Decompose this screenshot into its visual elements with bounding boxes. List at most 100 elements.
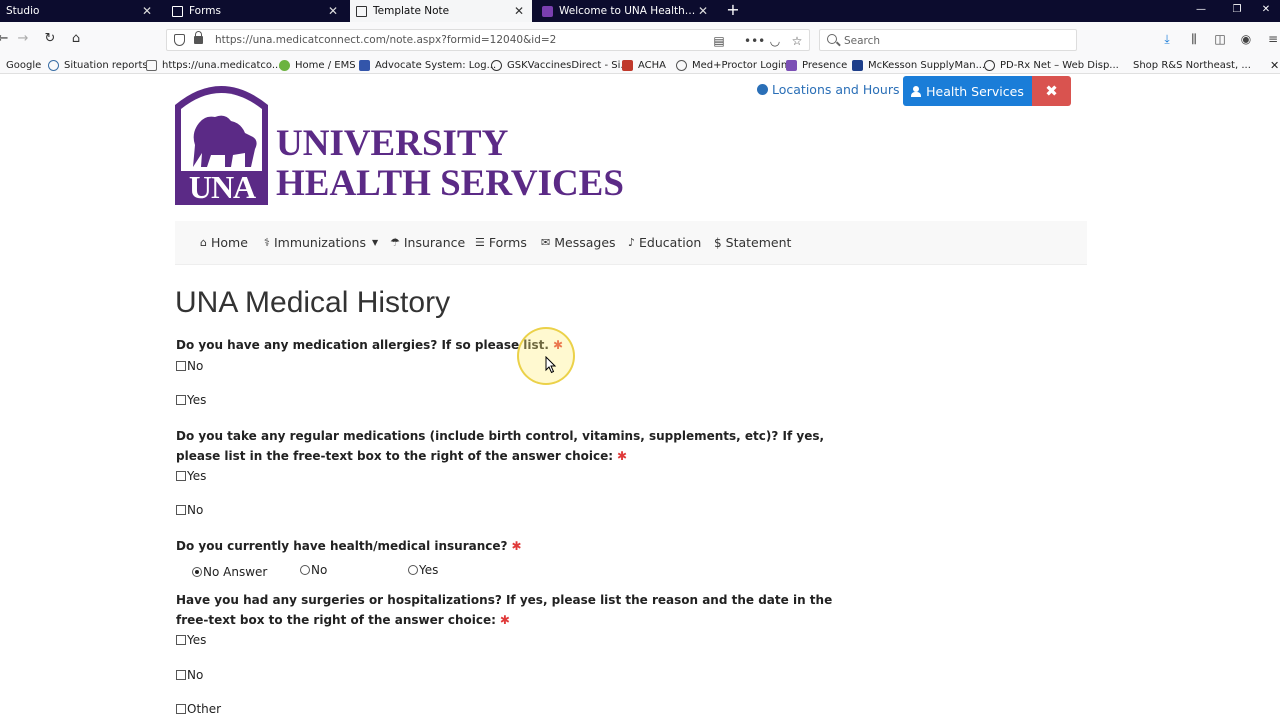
nav-label: Statement	[725, 235, 792, 250]
radio-button[interactable]	[408, 565, 418, 575]
caret-down-icon: ▼	[372, 238, 379, 247]
bookmark-shop-rs[interactable]: Shop R&S Northeast, ...	[1133, 58, 1251, 72]
close-icon[interactable]: ✕	[326, 4, 340, 18]
checkbox[interactable]	[176, 704, 186, 714]
health-services-label: Health Services	[926, 83, 1024, 99]
logo-mark-text: UNA	[188, 169, 256, 205]
nav-forms[interactable]: ☰ Forms	[475, 235, 527, 250]
bookmark-home-ems[interactable]: Home / EMS	[279, 58, 356, 72]
back-button[interactable]: ←	[0, 30, 12, 48]
mouse-pointer-icon	[545, 356, 557, 374]
globe-icon	[48, 59, 59, 71]
close-window-button[interactable]: ✕	[1252, 0, 1280, 22]
search-bar[interactable]	[819, 29, 1077, 51]
library-icon[interactable]: ⫼	[1185, 30, 1203, 48]
home-button[interactable]: ⌂	[67, 30, 85, 48]
close-icon[interactable]: ✕	[140, 4, 154, 18]
bookmark-acha[interactable]: ACHA	[622, 58, 666, 72]
tab-forms[interactable]: Forms ✕	[166, 0, 346, 22]
radio-button[interactable]	[192, 567, 202, 577]
restore-button[interactable]: ❐	[1220, 0, 1254, 22]
question-health-insurance: Do you currently have health/medical ins…	[176, 536, 866, 556]
nav-label: Forms	[488, 235, 527, 250]
close-icon[interactable]: ✕	[512, 4, 526, 18]
radio-button[interactable]	[300, 565, 310, 575]
nav-education[interactable]: ♪ Education	[628, 235, 701, 250]
main-navigation: ⌂ Home ⚕ Immunizations ▼ ☂ Insurance ☰ Forms …	[175, 221, 1087, 265]
option-insurance-yes[interactable]: Yes	[408, 563, 438, 577]
option-label: Yes	[419, 563, 439, 577]
option-allergies-yes[interactable]: Yes	[176, 393, 206, 407]
bookmark-star-icon[interactable]: ☆	[789, 33, 805, 49]
checkbox[interactable]	[176, 670, 186, 680]
option-medications-no[interactable]: No	[176, 503, 203, 517]
required-marker: ✱	[617, 449, 628, 463]
logo-line2: HEALTH SERVICES	[276, 163, 624, 204]
page-actions-icon[interactable]: •••	[744, 33, 765, 49]
checkbox[interactable]	[176, 505, 186, 515]
option-surgeries-other[interactable]: Other	[176, 702, 221, 716]
option-insurance-no[interactable]: No	[300, 563, 327, 577]
shield-icon[interactable]	[174, 34, 185, 46]
menu-icon[interactable]: ≡	[1266, 30, 1280, 48]
option-medications-yes[interactable]: Yes	[176, 469, 206, 483]
url-text[interactable]: https://una.medicatconnect.com/note.aspx…	[215, 34, 556, 46]
nav-statement[interactable]: $ Statement	[714, 235, 791, 250]
bookmarks-overflow-icon[interactable]: ✕	[1270, 58, 1279, 72]
lock-icon[interactable]	[194, 31, 203, 44]
close-button[interactable]: ✖	[1032, 76, 1071, 106]
pocket-icon[interactable]: ◡	[767, 33, 783, 49]
bookmark-advocate[interactable]: Advocate System: Log...	[359, 58, 496, 72]
bookmark-label: PD-Rx Net – Web Disp...	[1000, 59, 1119, 71]
url-bar[interactable]: https://una.medicatconnect.com/note.aspx…	[166, 29, 810, 51]
checkbox[interactable]	[176, 361, 186, 371]
nav-label: Immunizations	[273, 235, 366, 250]
bookmark-label: Home / EMS	[295, 59, 356, 71]
nav-home[interactable]: ⌂ Home	[200, 235, 248, 250]
sidebar-icon[interactable]: ◫	[1211, 30, 1229, 48]
bookmark-medicat[interactable]: https://una.medicatco...	[146, 58, 281, 72]
tab-studio[interactable]: Studio ✕	[0, 0, 160, 22]
bookmark-google[interactable]: Google	[6, 58, 41, 72]
checkbox[interactable]	[176, 471, 186, 481]
health-services-button[interactable]: Health Services	[903, 76, 1032, 106]
close-icon[interactable]: ✕	[696, 4, 710, 18]
option-allergies-no[interactable]: No	[176, 359, 203, 373]
forward-button[interactable]: →	[14, 30, 32, 48]
checkbox[interactable]	[176, 635, 186, 645]
tab-una-health-services[interactable]: Welcome to UNA Health Servic ✕	[536, 0, 716, 22]
nav-insurance[interactable]: ☂ Insurance	[390, 235, 465, 250]
reload-button[interactable]: ↻	[41, 30, 59, 48]
checkbox[interactable]	[176, 395, 186, 405]
reader-view-icon[interactable]: ▤	[711, 33, 727, 49]
locations-hours-link[interactable]: Locations and Hours	[757, 82, 899, 97]
presence-icon	[786, 59, 797, 71]
bookmark-label: Presence	[802, 59, 848, 71]
bell-icon: ♪	[628, 236, 636, 249]
una-logo[interactable]: UNA UNIVERSITY HEALTH SERVICES	[175, 75, 624, 205]
globe-icon	[757, 84, 768, 95]
search-input[interactable]	[844, 33, 1064, 48]
minimize-button[interactable]: —	[1184, 0, 1218, 22]
download-icon[interactable]: ⤓	[1158, 30, 1176, 48]
nav-messages[interactable]: ✉ Messages	[541, 235, 616, 250]
nav-label: Education	[639, 235, 702, 250]
option-surgeries-yes[interactable]: Yes	[176, 633, 206, 647]
bookmark-med-proctor[interactable]: Med+Proctor Login	[676, 58, 787, 72]
logo-line1: UNIVERSITY	[276, 123, 509, 164]
tab-label: Template Note	[373, 5, 450, 17]
bookmark-situation-reports[interactable]: Situation reports	[48, 58, 148, 72]
required-marker: ✱	[511, 539, 522, 553]
bookmark-pd-rx[interactable]: PD-Rx Net – Web Disp...	[984, 58, 1119, 72]
leaf-icon	[279, 59, 290, 71]
account-icon[interactable]: ◉	[1237, 30, 1255, 48]
bookmark-presence[interactable]: Presence	[786, 58, 847, 72]
nav-label: Messages	[554, 235, 616, 250]
new-tab-button[interactable]: +	[726, 0, 740, 22]
tab-template-note[interactable]: Template Note ✕	[350, 0, 532, 22]
bookmark-gsk[interactable]: GSKVaccinesDirect - Si...	[491, 58, 630, 72]
option-insurance-no-answer[interactable]: No Answer	[192, 565, 267, 579]
option-surgeries-no[interactable]: No	[176, 668, 203, 682]
nav-immunizations[interactable]: ⚕ Immunizations ▼	[264, 235, 378, 250]
bookmark-mckesson[interactable]: McKesson SupplyMan...	[852, 58, 985, 72]
